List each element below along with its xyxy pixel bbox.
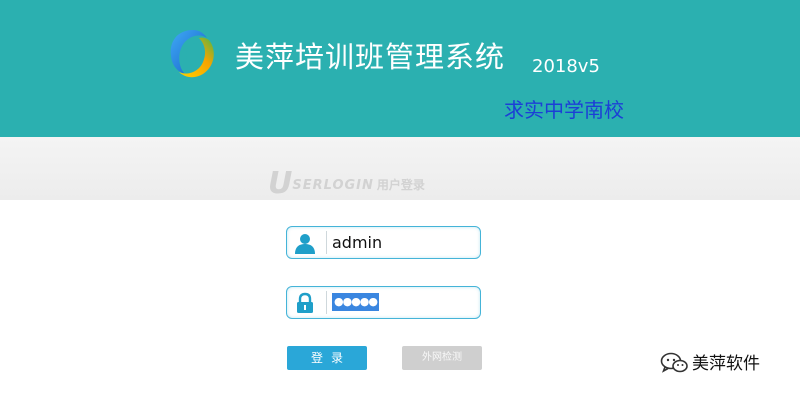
password-value[interactable]: ●●●●● — [332, 293, 379, 311]
app-logo-icon — [170, 30, 214, 78]
password-field[interactable]: ●●●●● — [286, 286, 481, 319]
network-check-button[interactable]: 外网检测 — [402, 346, 482, 370]
userlogin-mark-cn: 用户登录 — [376, 178, 425, 192]
username-value[interactable]: admin — [332, 233, 382, 252]
user-icon — [295, 234, 315, 254]
userlogin-mark-letter: U — [268, 166, 293, 201]
login-button[interactable]: 登录 — [287, 346, 367, 370]
field-divider — [326, 231, 327, 254]
app-version: 2018v5 — [532, 56, 600, 77]
wechat-account-name: 美萍软件 — [692, 354, 760, 374]
userlogin-watermark: USERLOGIN 用户登录 — [268, 166, 425, 201]
wechat-watermark: 美萍软件 — [660, 349, 760, 374]
app-title: 美萍培训班管理系统 — [235, 40, 506, 74]
userlogin-mark-text: SERLOGIN — [292, 178, 374, 193]
wechat-icon — [660, 352, 688, 373]
username-field[interactable]: admin — [286, 226, 481, 259]
lock-icon — [297, 292, 313, 313]
school-name: 求实中学南校 — [504, 98, 624, 122]
header-banner: 美萍培训班管理系统 2018v5 求实中学南校 — [0, 0, 800, 137]
field-divider — [326, 291, 327, 314]
